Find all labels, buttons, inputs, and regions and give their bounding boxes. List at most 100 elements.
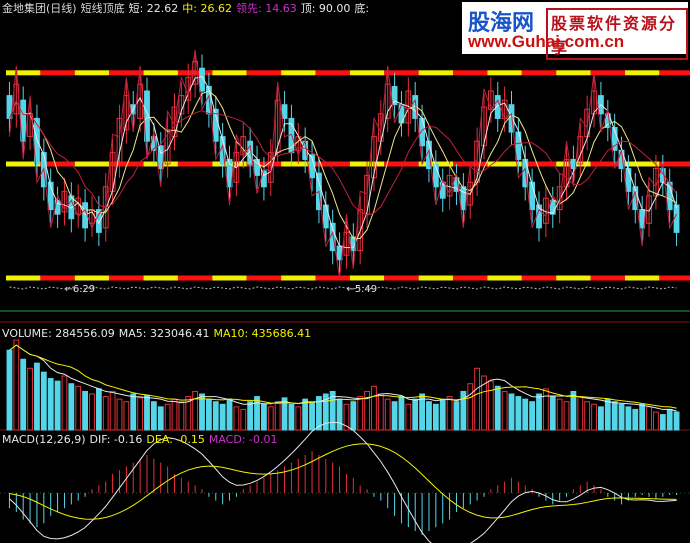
volume-bar bbox=[611, 401, 618, 431]
level-band bbox=[315, 275, 350, 281]
volume-bar bbox=[591, 403, 597, 431]
volume-bar bbox=[563, 401, 570, 431]
volume-bar bbox=[536, 393, 542, 431]
volume-bar bbox=[487, 380, 494, 431]
level-band bbox=[384, 161, 419, 167]
low-label-1: ←5.49 bbox=[346, 284, 377, 295]
macd-panel-header: MACD(12,26,9) DIF: -0.16 DEA: -0.15 MACD: -… bbox=[2, 433, 285, 446]
volume-bar bbox=[357, 396, 364, 431]
candle-body bbox=[625, 168, 632, 192]
level-band bbox=[521, 275, 557, 281]
volume-bar bbox=[666, 408, 673, 431]
macd-item-2: DEA: -0.15 bbox=[146, 433, 205, 446]
level-band bbox=[74, 70, 110, 76]
volume-bar bbox=[350, 401, 357, 431]
level-band bbox=[418, 275, 454, 281]
level-band bbox=[143, 275, 178, 281]
volume-bar bbox=[659, 414, 666, 431]
volume-bar bbox=[240, 408, 247, 431]
volume-bar bbox=[653, 411, 659, 431]
volume-bar bbox=[570, 390, 577, 431]
volume-item-1: MA5: 323046.41 bbox=[118, 327, 210, 340]
level-band bbox=[143, 70, 178, 76]
level-band bbox=[246, 275, 282, 281]
volume-bar bbox=[82, 390, 88, 431]
volume-bar bbox=[295, 406, 302, 431]
volume-bar bbox=[632, 408, 639, 431]
volume-bar bbox=[137, 397, 144, 431]
volume-bar bbox=[34, 362, 40, 431]
guhai-watermark: 股海网 股票软件资源分享 www.Guhai.com.cn bbox=[462, 2, 688, 60]
level-band bbox=[281, 275, 316, 281]
volume-bar bbox=[309, 401, 315, 431]
main-item-4: 底: bbox=[354, 2, 370, 15]
volume-bar bbox=[267, 406, 274, 431]
volume-bar bbox=[646, 406, 652, 431]
level-band bbox=[624, 161, 660, 167]
level-band bbox=[246, 70, 282, 76]
volume-bar bbox=[123, 401, 130, 431]
volume-bar bbox=[618, 403, 625, 431]
volume-bar bbox=[54, 380, 61, 431]
level-band bbox=[384, 70, 419, 76]
volume-bar bbox=[426, 401, 432, 431]
volume-bar bbox=[412, 398, 419, 431]
level-band bbox=[315, 70, 350, 76]
volume-bar bbox=[439, 398, 446, 431]
level-band bbox=[418, 70, 454, 76]
volume-bar bbox=[219, 403, 226, 431]
volume-bar bbox=[391, 401, 398, 431]
low-label-0: ←6.29 bbox=[64, 284, 95, 295]
volume-bar bbox=[130, 393, 137, 431]
volume-bar bbox=[336, 398, 343, 431]
stock-chart[interactable]: ←6.29 ←5.49 bbox=[0, 0, 690, 543]
volume-bar bbox=[494, 385, 501, 431]
volume-bar bbox=[515, 396, 522, 431]
volume-bar bbox=[192, 390, 199, 431]
volume-bar bbox=[205, 398, 212, 431]
level-band bbox=[177, 275, 213, 281]
volume-bar bbox=[542, 388, 549, 431]
volume-bar bbox=[639, 403, 646, 431]
volume-bar bbox=[6, 349, 13, 431]
volume-bar bbox=[13, 339, 20, 431]
volume-bar bbox=[625, 406, 632, 431]
macd-dea-line bbox=[9, 443, 677, 520]
volume-bar bbox=[302, 398, 309, 431]
level-band bbox=[109, 70, 144, 76]
candle-body bbox=[549, 199, 556, 215]
main-panel-header: 金地集团(日线) 短线顶底 短: 22.62 中: 26.62 领先: 14.63 顶: … bbox=[2, 2, 377, 15]
volume-bar bbox=[178, 401, 185, 431]
level-band bbox=[487, 70, 522, 76]
level-band bbox=[212, 70, 247, 76]
level-band bbox=[521, 70, 557, 76]
macd-item-0: MACD(12,26,9) bbox=[2, 433, 86, 446]
indicator-name: 短线顶底 bbox=[80, 2, 125, 15]
volume-bar bbox=[474, 367, 481, 431]
volume-bar bbox=[508, 393, 515, 431]
level-band bbox=[659, 161, 690, 167]
main-item-0: 短: 22.62 bbox=[128, 2, 179, 15]
level-band bbox=[384, 275, 419, 281]
level-band bbox=[6, 70, 41, 76]
volume-bar bbox=[432, 403, 439, 431]
main-item-2: 领先: 14.63 bbox=[236, 2, 297, 15]
macd-item-1: DIF: -0.16 bbox=[89, 433, 143, 446]
volume-bar bbox=[577, 396, 584, 431]
volume-bar bbox=[522, 398, 529, 431]
volume-bar bbox=[446, 396, 453, 431]
level-band bbox=[453, 275, 488, 281]
volume-bar bbox=[68, 383, 75, 431]
volume-bar bbox=[47, 378, 54, 431]
volume-bar bbox=[247, 401, 254, 431]
volume-bar bbox=[20, 358, 27, 431]
level-band bbox=[40, 275, 75, 281]
level-band bbox=[177, 161, 213, 167]
level-band bbox=[281, 70, 316, 76]
macd-item-3: MACD: -0.01 bbox=[208, 433, 278, 446]
volume-item-2: MA10: 435686.41 bbox=[213, 327, 312, 340]
volume-bar bbox=[556, 398, 563, 431]
level-band bbox=[40, 70, 75, 76]
volume-bar bbox=[109, 390, 116, 431]
volume-bar bbox=[604, 398, 611, 431]
